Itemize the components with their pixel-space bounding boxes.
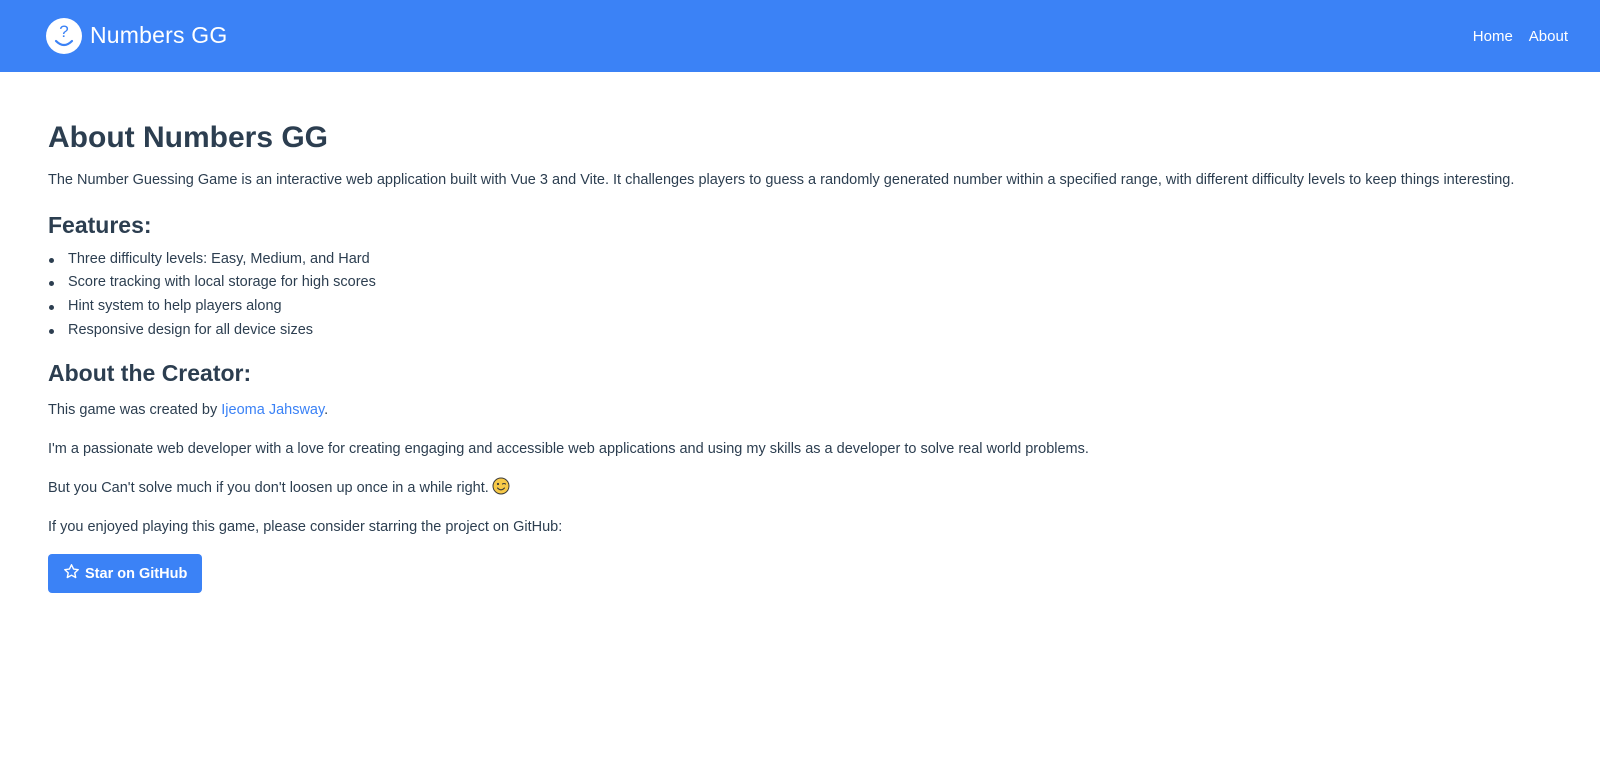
question-face-icon: ?	[46, 18, 82, 54]
intro-paragraph: The Number Guessing Game is an interacti…	[48, 172, 1515, 188]
nav-link-about[interactable]: About	[1529, 28, 1568, 45]
joke-text: But you Can't solve much if you don't lo…	[48, 480, 489, 496]
star-icon	[63, 563, 80, 584]
features-heading: Features:	[48, 212, 152, 238]
list-item: Three difficulty levels: Easy, Medium, a…	[48, 248, 1548, 272]
creator-heading: About the Creator:	[48, 360, 252, 387]
star-on-github-label: Star on GitHub	[85, 565, 188, 582]
creator-suffix: .	[324, 402, 329, 418]
brand-name: Numbers GG	[90, 21, 228, 48]
joke-paragraph: But you Can't solve much if you don't lo…	[48, 476, 1548, 500]
bio-paragraph: I'm a passionate web developer with a lo…	[48, 441, 1089, 457]
winking-face-icon	[492, 477, 510, 495]
about-content: About Numbers GG The Number Guessing Gam…	[48, 120, 1548, 593]
navbar: ? Numbers GG Home About	[0, 0, 1600, 72]
creator-prefix: This game was created by	[48, 402, 222, 418]
github-prompt: If you enjoyed playing this game, please…	[48, 519, 563, 535]
list-item: Score tracking with local storage for hi…	[48, 271, 1548, 295]
creator-paragraph: This game was created by Ijeoma Jahsway.	[48, 398, 1548, 422]
page-title: About Numbers GG	[48, 121, 329, 154]
features-list: Three difficulty levels: Easy, Medium, a…	[48, 248, 1548, 343]
list-item: Hint system to help players along	[48, 295, 1548, 319]
list-item: Responsive design for all device sizes	[48, 319, 1548, 343]
nav-link-home[interactable]: Home	[1473, 28, 1513, 45]
brand[interactable]: ? Numbers GG	[46, 18, 227, 54]
star-on-github-button[interactable]: Star on GitHub	[48, 554, 203, 593]
svg-text:?: ?	[59, 22, 68, 41]
creator-link[interactable]: Ijeoma Jahsway	[221, 402, 324, 418]
nav-links: Home About	[1473, 28, 1568, 45]
